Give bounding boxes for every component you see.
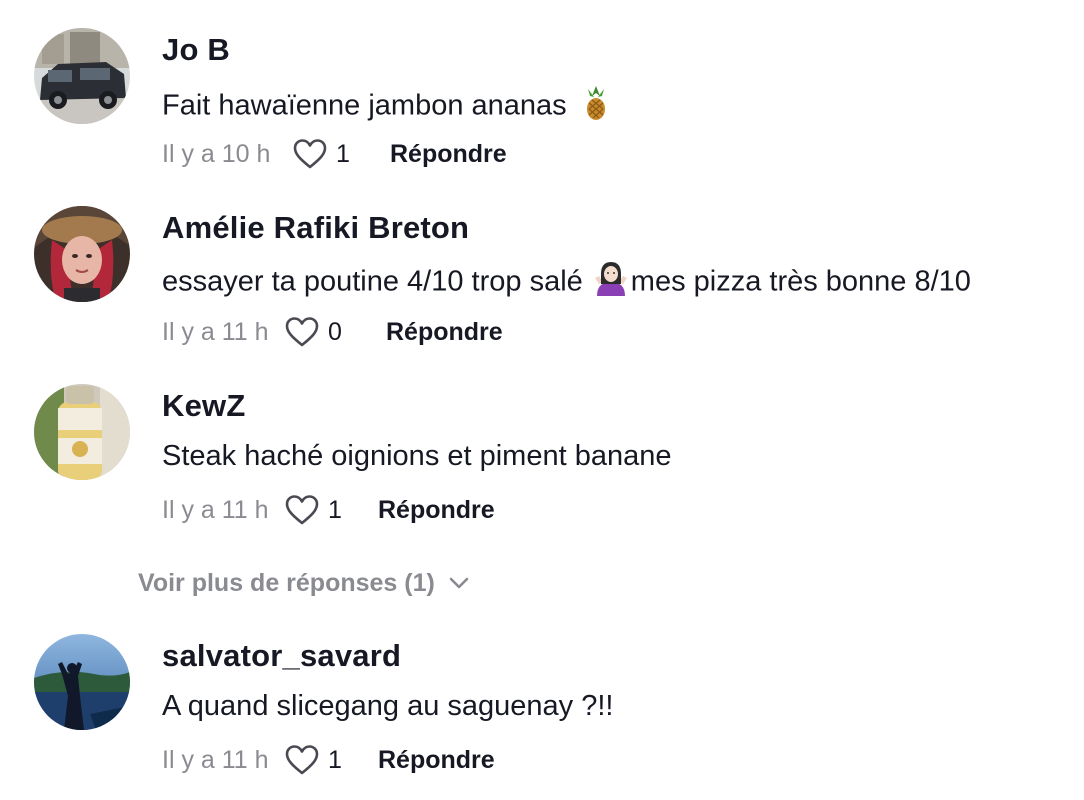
pineapple-emoji-icon — [579, 84, 613, 130]
comment-timestamp: Il y a 11 h — [162, 745, 269, 774]
comment-text-content: A quand slicegang au saguenay ?!! — [162, 690, 614, 722]
avatar[interactable] — [34, 206, 130, 302]
heart-icon — [293, 139, 327, 169]
avatar[interactable] — [34, 634, 130, 730]
comment-text: A quand slicegang au saguenay ?!! — [162, 690, 613, 723]
comment-meta: Il y a 11 h 1 Répondre — [162, 740, 495, 780]
like-button[interactable]: 1 — [284, 494, 378, 526]
like-count: 1 — [336, 139, 350, 168]
comment-text-content: Fait hawaïenne jambon ananas — [162, 89, 567, 122]
comment-text: essayer ta poutine 4/10 trop salé mes pi… — [162, 262, 971, 304]
comment-timestamp: Il y a 11 h — [162, 495, 269, 524]
comment-username[interactable]: Amélie Rafiki Breton — [162, 210, 469, 246]
avatar[interactable] — [34, 384, 130, 480]
reply-button[interactable]: Répondre — [378, 496, 495, 525]
chevron-down-icon — [449, 577, 469, 589]
comment-text: Fait hawaïenne jambon ananas — [162, 84, 617, 130]
comment-timestamp: Il y a 10 h — [162, 139, 271, 168]
comment-meta: Il y a 11 h 0 Répondre — [162, 312, 503, 352]
comment-text: Steak haché oignions et piment banane — [162, 440, 671, 473]
heart-icon — [285, 317, 319, 347]
comment-meta: Il y a 10 h 1 Répondre — [162, 134, 507, 174]
comment-meta: Il y a 11 h 1 Répondre — [162, 490, 495, 530]
reply-button[interactable]: Répondre — [390, 140, 507, 169]
comment-text-content: essayer ta poutine 4/10 trop salé — [162, 265, 583, 298]
reply-button[interactable]: Répondre — [386, 318, 503, 347]
comment-text-content: Steak haché oignions et piment banane — [162, 440, 672, 472]
like-count: 0 — [328, 317, 342, 346]
like-button[interactable]: 1 — [284, 744, 378, 776]
shrugging-woman-emoji-icon — [593, 262, 629, 304]
like-button[interactable]: 0 — [284, 316, 386, 348]
heart-icon — [285, 495, 319, 525]
view-more-replies-button[interactable]: Voir plus de réponses (1) — [138, 566, 469, 600]
heart-icon — [285, 745, 319, 775]
like-count: 1 — [328, 495, 342, 524]
comment-username[interactable]: KewZ — [162, 388, 245, 424]
avatar[interactable] — [34, 28, 130, 124]
like-count: 1 — [328, 745, 342, 774]
comment-timestamp: Il y a 11 h — [162, 317, 269, 346]
comment-text-content: mes pizza très bonne 8/10 — [630, 265, 971, 298]
like-button[interactable]: 1 — [292, 138, 386, 170]
reply-button[interactable]: Répondre — [378, 746, 495, 775]
comment-username[interactable]: Jo B — [162, 32, 230, 68]
view-more-replies-label: Voir plus de réponses (1) — [138, 568, 435, 597]
comment-username[interactable]: salvator_savard — [162, 638, 401, 674]
